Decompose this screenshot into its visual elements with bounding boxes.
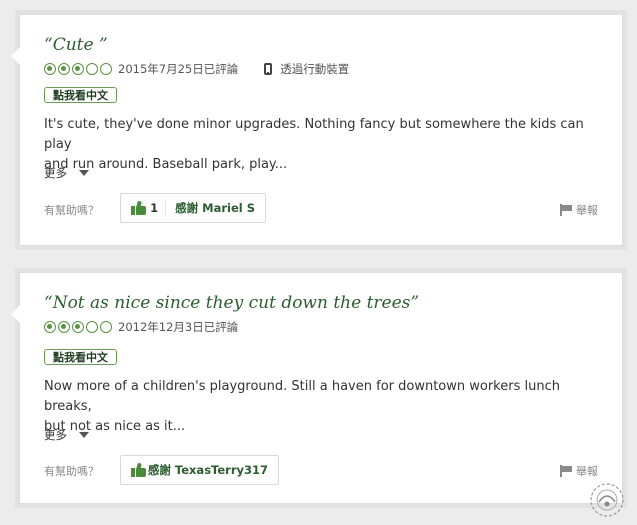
translate-button[interactable]: 點我看中文 xyxy=(44,87,117,103)
report-link[interactable]: 舉報 xyxy=(560,202,598,218)
report-label: 舉報 xyxy=(576,204,598,217)
rating-bubble-icon xyxy=(44,63,56,75)
thumbs-up-icon xyxy=(131,200,146,215)
report-label: 舉報 xyxy=(576,465,598,478)
rating-bubble-icon xyxy=(100,63,112,75)
more-label: 更多 xyxy=(44,166,67,180)
rating-bubble-icon xyxy=(58,321,70,333)
flag-icon xyxy=(560,204,572,216)
rating-bubble-icon xyxy=(72,321,84,333)
rating-bubble-icon xyxy=(58,63,70,75)
thanks-button[interactable]: 感謝 TexasTerry317 xyxy=(120,455,279,485)
report-link[interactable]: 舉報 xyxy=(560,463,598,479)
translate-button[interactable]: 點我看中文 xyxy=(44,349,117,365)
review-title[interactable]: “Cute ” xyxy=(44,35,108,55)
card-pointer xyxy=(11,47,20,65)
review-date: 2012年12月3日已評論 xyxy=(118,320,239,334)
chevron-down-icon xyxy=(79,170,89,176)
review-body: It's cute, they've done minor upgrades. … xyxy=(44,115,604,175)
rating-bubble-icon xyxy=(100,321,112,333)
rating-bubble-icon xyxy=(44,321,56,333)
rating-bubble-icon xyxy=(72,63,84,75)
review-card: “Not as nice since they cut down the tre… xyxy=(11,272,623,504)
card-pointer xyxy=(11,305,20,323)
thanks-button[interactable]: 1 感謝 Mariel S xyxy=(120,193,266,223)
chevron-down-icon xyxy=(79,432,89,438)
rating-row: 2012年12月3日已評論 xyxy=(44,318,238,336)
rating-bubble-icon xyxy=(86,63,98,75)
review-body-line: Now more of a children's playground. Sti… xyxy=(44,379,560,414)
more-label: 更多 xyxy=(44,428,67,442)
mobile-device-note: 透過行動裝置 xyxy=(264,61,349,77)
more-toggle[interactable]: 更多 xyxy=(44,165,89,181)
bubble-rating xyxy=(44,321,112,333)
review-body-line: It's cute, they've done minor upgrades. … xyxy=(44,117,584,152)
phone-icon xyxy=(264,63,273,75)
rating-row: 2015年7月25日已評論 透過行動裝置 xyxy=(44,60,349,78)
more-toggle[interactable]: 更多 xyxy=(44,427,89,443)
thumbs-up-icon xyxy=(131,462,146,477)
rating-bubble-icon xyxy=(86,321,98,333)
bubble-rating xyxy=(44,63,112,75)
review-body-line: and run around. Baseball park, play... xyxy=(44,157,288,172)
helpful-label: 有幫助嗎？ xyxy=(44,204,99,217)
helpful-label: 有幫助嗎？ xyxy=(44,465,99,478)
review-date: 2015年7月25日已評論 xyxy=(118,62,239,76)
review-card: “Cute ” 2015年7月25日已評論 透過行動裝置 點我看中文 It's … xyxy=(11,14,623,246)
flag-icon xyxy=(560,465,572,477)
review-title[interactable]: “Not as nice since they cut down the tre… xyxy=(44,293,419,313)
thanks-label: 感謝 TexasTerry317 xyxy=(147,463,268,477)
watermark-logo xyxy=(590,483,624,517)
review-body: Now more of a children's playground. Sti… xyxy=(44,377,604,437)
review-body-line: but not as nice as it... xyxy=(44,419,186,434)
device-text: 透過行動裝置 xyxy=(280,62,350,76)
thanks-label: 感謝 Mariel S xyxy=(175,201,255,215)
